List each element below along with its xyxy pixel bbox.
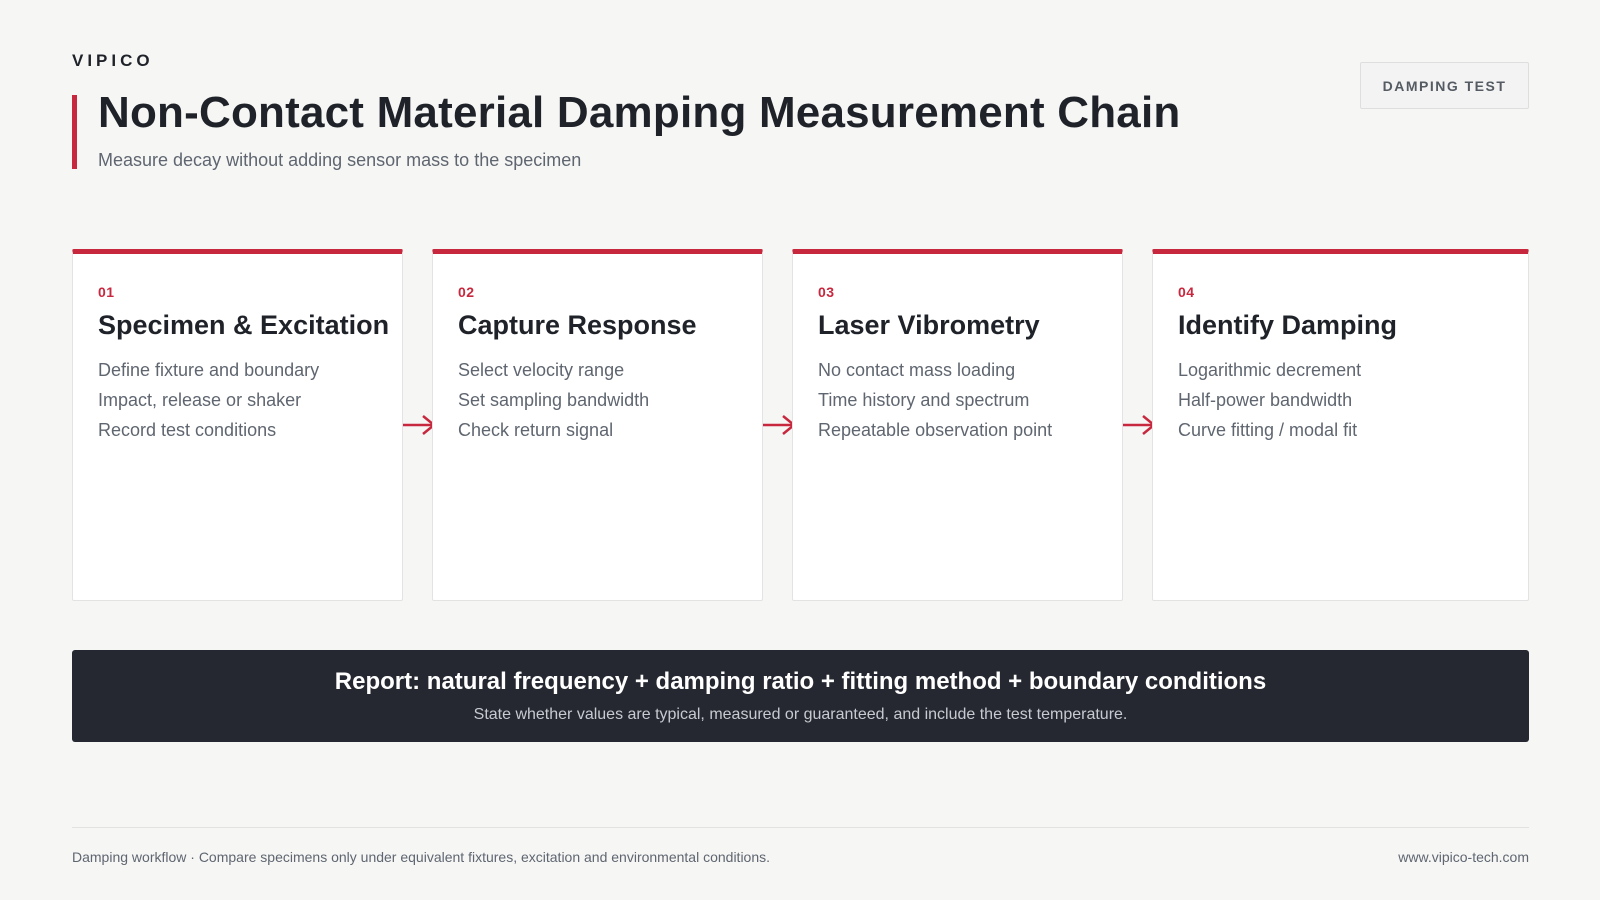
report-banner: Report: natural frequency + damping rati… <box>72 650 1529 742</box>
step-item-list: No contact mass loading Time history and… <box>818 355 1122 445</box>
step-item: Repeatable observation point <box>818 420 1053 440</box>
step-item: Select velocity range <box>458 360 625 380</box>
step-number: 02 <box>458 284 475 300</box>
step-item: Half-power bandwidth <box>1178 390 1353 410</box>
step-item-list: Logarithmic decrement Half-power bandwid… <box>1178 355 1528 445</box>
step-item: Check return signal <box>458 420 614 440</box>
step-title: Capture Response <box>458 310 697 340</box>
report-title: Report: natural frequency + damping rati… <box>334 668 1267 695</box>
step-item: Define fixture and boundary <box>98 360 320 380</box>
brand-logo: VIPICO <box>72 51 154 70</box>
report-subtitle: State whether values are typical, measur… <box>473 706 1128 723</box>
step-title: Specimen & Excitation <box>98 310 390 340</box>
step-item: Time history and spectrum <box>818 390 1030 410</box>
page-title: Non-Contact Material Damping Measurement… <box>98 88 1181 137</box>
step-item: Curve fitting / modal fit <box>1178 420 1358 440</box>
step-card-3: 03 Laser Vibrometry No contact mass load… <box>792 249 1123 601</box>
footer-note: Damping workflow · Compare specimens onl… <box>72 849 771 865</box>
step-number: 01 <box>98 284 115 300</box>
title-accent-bar <box>72 95 77 169</box>
step-item: No contact mass loading <box>818 360 1016 380</box>
page-subtitle: Measure decay without adding sensor mass… <box>98 150 582 170</box>
damping-test-badge: DAMPING TEST <box>1360 62 1529 109</box>
step-number: 04 <box>1178 284 1195 300</box>
step-number: 03 <box>818 284 835 300</box>
step-card-1: 01 Specimen & Excitation Define fixture … <box>72 249 403 601</box>
step-item-list: Define fixture and boundary Impact, rele… <box>98 355 402 445</box>
footer-website-link[interactable]: www.vipico-tech.com <box>1398 849 1529 865</box>
step-item: Impact, release or shaker <box>98 390 302 410</box>
footer-divider <box>72 827 1529 828</box>
step-card-2: 02 Capture Response Select velocity rang… <box>432 249 763 601</box>
step-title: Laser Vibrometry <box>818 310 1040 340</box>
step-card-4: 04 Identify Damping Logarithmic decremen… <box>1152 249 1529 601</box>
step-item: Logarithmic decrement <box>1178 360 1362 380</box>
step-item: Record test conditions <box>98 420 277 440</box>
step-item-list: Select velocity range Set sampling bandw… <box>458 355 762 445</box>
step-item: Set sampling bandwidth <box>458 390 650 410</box>
step-title: Identify Damping <box>1178 310 1398 340</box>
